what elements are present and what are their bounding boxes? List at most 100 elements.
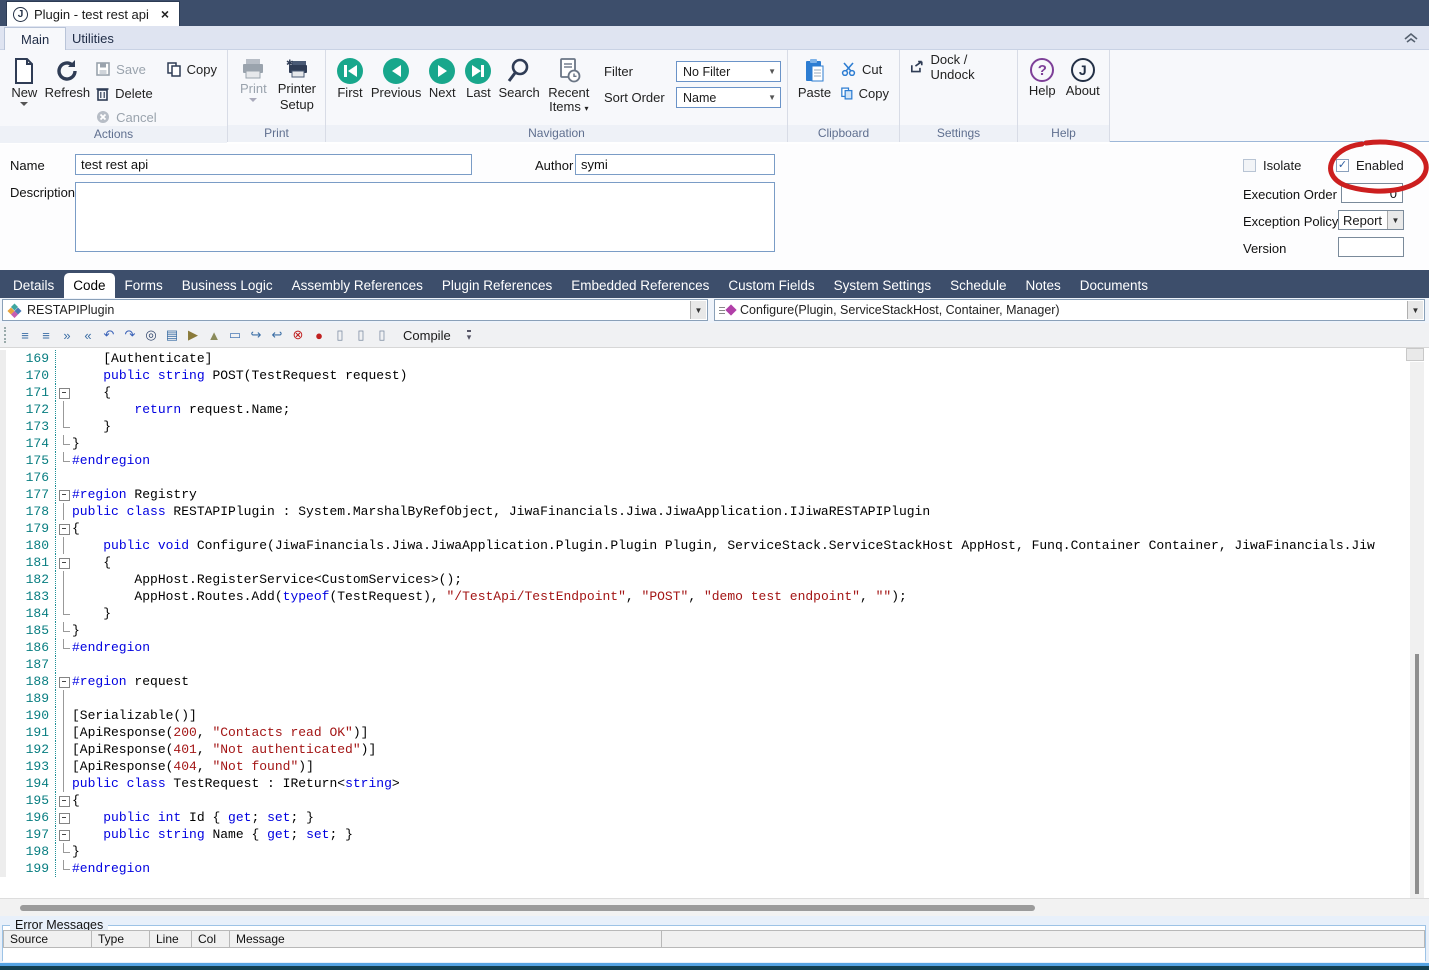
code-line[interactable]: 171 { — [0, 384, 1410, 401]
code-line[interactable]: 179{ — [0, 520, 1410, 537]
editor-splitter-box[interactable] — [1406, 348, 1424, 361]
code-line[interactable]: 174} — [0, 435, 1410, 452]
step-over-icon[interactable]: ▯ — [373, 326, 391, 344]
search-button[interactable]: Search — [497, 54, 542, 100]
code-line[interactable]: 197 public string Name { get; set; } — [0, 826, 1410, 843]
code-line[interactable]: 198} — [0, 843, 1410, 860]
fold-collapse-icon[interactable] — [56, 486, 72, 503]
code-line[interactable]: 196 public int Id { get; set; } — [0, 809, 1410, 826]
code-line[interactable]: 189 — [0, 690, 1410, 707]
name-input[interactable] — [75, 154, 472, 175]
pause-icon[interactable]: ▯ — [331, 326, 349, 344]
tab-details[interactable]: Details — [4, 274, 63, 298]
isolate-checkbox[interactable]: Isolate — [1243, 158, 1301, 173]
fold-collapse-icon[interactable] — [56, 826, 72, 843]
copy-record-button[interactable]: Copy — [163, 60, 221, 78]
chevron-down-icon[interactable]: ▼ — [690, 301, 706, 319]
outdent-icon[interactable]: « — [79, 326, 97, 344]
previous-button[interactable]: Previous — [370, 54, 422, 100]
error-table-body[interactable] — [3, 948, 1425, 962]
code-line[interactable]: 181 { — [0, 554, 1410, 571]
last-button[interactable]: Last — [462, 54, 494, 100]
vertical-scrollbar[interactable] — [1410, 362, 1424, 898]
method-combobox[interactable]: Configure(Plugin, ServiceStackHost, Cont… — [714, 299, 1425, 321]
fold-collapse-icon[interactable] — [56, 792, 72, 809]
code-line[interactable]: 190[Serializable()] — [0, 707, 1410, 724]
format-selection-icon[interactable]: ≡ — [37, 326, 55, 344]
code-line[interactable]: 199#endregion — [0, 860, 1410, 877]
vertical-scrollbar-thumb[interactable] — [1415, 654, 1419, 894]
new-button[interactable]: New — [6, 54, 43, 106]
column-message[interactable]: Message — [230, 931, 662, 947]
code-line[interactable]: 191[ApiResponse(200, "Contacts read OK")… — [0, 724, 1410, 741]
about-button[interactable]: J About — [1063, 54, 1103, 98]
replace-icon[interactable]: ▤ — [163, 326, 181, 344]
execution-order-input[interactable] — [1341, 183, 1403, 203]
tab-embedded-references[interactable]: Embedded References — [562, 274, 718, 298]
tab-schedule[interactable]: Schedule — [941, 274, 1015, 298]
code-line[interactable]: 187 — [0, 656, 1410, 673]
chevron-down-icon[interactable]: ▼ — [1407, 301, 1423, 319]
tab-code[interactable]: Code — [64, 273, 114, 298]
tab-forms[interactable]: Forms — [116, 274, 172, 298]
tab-plugin-references[interactable]: Plugin References — [433, 274, 561, 298]
fold-collapse-icon[interactable] — [56, 554, 72, 571]
code-line[interactable]: 193[ApiResponse(404, "Not found")] — [0, 758, 1410, 775]
first-button[interactable]: First — [332, 54, 368, 100]
undo-icon[interactable]: ↶ — [100, 326, 118, 344]
fold-collapse-icon[interactable] — [56, 809, 72, 826]
window-tab[interactable]: J Plugin - test rest api × — [6, 1, 180, 26]
comment-icon[interactable]: ↪ — [247, 326, 265, 344]
fold-collapse-icon[interactable] — [56, 384, 72, 401]
column-col[interactable]: Col — [192, 931, 230, 947]
code-line[interactable]: 195{ — [0, 792, 1410, 809]
cancel-button[interactable]: Cancel — [92, 108, 160, 126]
uncomment-icon[interactable]: ↩ — [268, 326, 286, 344]
code-line[interactable]: 175#endregion — [0, 452, 1410, 469]
code-line[interactable]: 194public class TestRequest : IReturn<st… — [0, 775, 1410, 792]
exception-policy-select[interactable]: Report ▼ — [1338, 210, 1404, 230]
fold-collapse-icon[interactable] — [56, 520, 72, 537]
dock-undock-button[interactable]: Dock / Undock — [906, 58, 1011, 76]
redo-icon[interactable]: ↷ — [121, 326, 139, 344]
print-button[interactable]: Print — [234, 54, 273, 102]
code-line[interactable]: 176 — [0, 469, 1410, 486]
run-to-cursor-icon[interactable]: ▶ — [184, 326, 202, 344]
code-line[interactable]: 185} — [0, 622, 1410, 639]
tab-business-logic[interactable]: Business Logic — [173, 274, 282, 298]
code-line[interactable]: 170 public string POST(TestRequest reque… — [0, 367, 1410, 384]
toolbar-overflow-icon[interactable]: ▾ — [467, 330, 472, 341]
stop-find-icon[interactable]: ⊗ — [289, 326, 307, 344]
step-into-icon[interactable]: ▯ — [352, 326, 370, 344]
description-input[interactable] — [75, 182, 775, 252]
save-button[interactable]: Save — [92, 60, 160, 78]
horizontal-scrollbar-thumb[interactable] — [20, 905, 1035, 911]
cut-button[interactable]: Cut — [837, 60, 893, 78]
tab-custom-fields[interactable]: Custom Fields — [719, 274, 823, 298]
close-icon[interactable]: × — [161, 6, 169, 22]
code-line[interactable]: 172 return request.Name; — [0, 401, 1410, 418]
version-input[interactable] — [1338, 237, 1404, 257]
tab-system-settings[interactable]: System Settings — [825, 274, 941, 298]
code-line[interactable]: 180 public void Configure(JiwaFinancials… — [0, 537, 1410, 554]
column-line[interactable]: Line — [150, 931, 192, 947]
recent-items-button[interactable]: Recent Items ▾ — [544, 54, 594, 116]
enabled-checkbox[interactable]: ✓ Enabled — [1336, 158, 1404, 173]
horizontal-scrollbar[interactable] — [0, 898, 1429, 916]
find-icon[interactable]: ◎ — [142, 326, 160, 344]
code-editor[interactable]: 169 [Authenticate]170 public string POST… — [0, 348, 1429, 898]
indent-icon[interactable]: » — [58, 326, 76, 344]
code-line[interactable]: 169 [Authenticate] — [0, 350, 1410, 367]
help-button[interactable]: ? Help — [1024, 54, 1061, 98]
code-line[interactable]: 178public class RESTAPIPlugin : System.M… — [0, 503, 1410, 520]
column-source[interactable]: Source — [4, 931, 92, 947]
collapse-ribbon-icon[interactable] — [1403, 31, 1419, 45]
compile-button[interactable]: Compile — [397, 326, 457, 345]
code-line[interactable]: 184 } — [0, 605, 1410, 622]
format-document-icon[interactable]: ≡ — [16, 326, 34, 344]
code-line[interactable]: 182 AppHost.RegisterService<CustomServic… — [0, 571, 1410, 588]
sort-order-select[interactable]: Name▼ — [676, 87, 781, 108]
pointer-icon[interactable]: ▲ — [205, 326, 223, 344]
class-combobox[interactable]: RESTAPIPlugin ▼ — [2, 299, 708, 321]
tab-assembly-references[interactable]: Assembly References — [283, 274, 432, 298]
